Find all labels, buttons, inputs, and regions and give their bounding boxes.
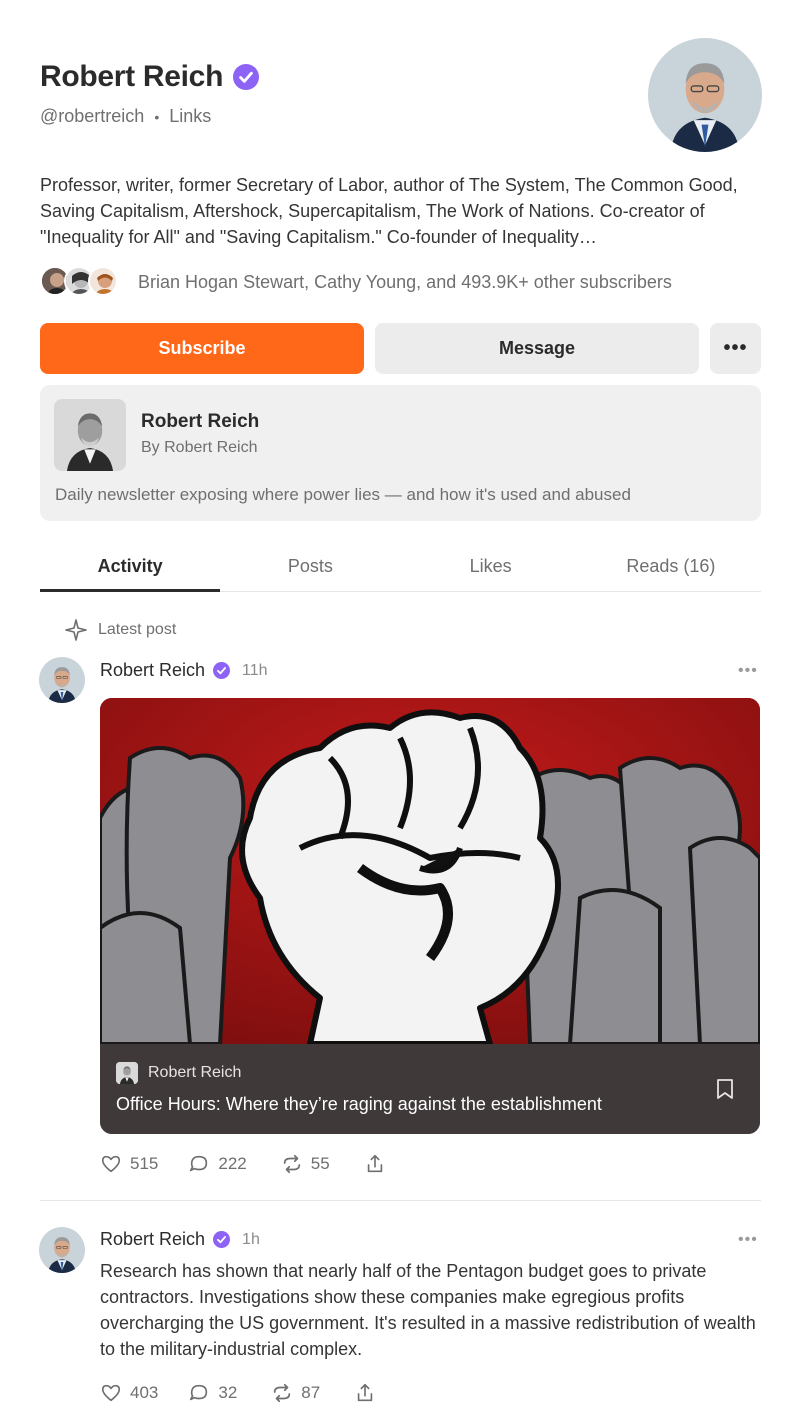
like-button[interactable]: 515 [100, 1153, 158, 1175]
heart-icon [101, 1384, 121, 1402]
restack-button[interactable]: 55 [281, 1153, 330, 1175]
post-author-name[interactable]: Robert Reich [100, 1229, 205, 1250]
comment-button[interactable]: 32 [188, 1382, 237, 1404]
verified-badge-icon [213, 1231, 230, 1248]
subscribers-row[interactable]: Brian Hogan Stewart, Cathy Young, and 49… [40, 266, 672, 298]
post-actions: 403 32 87 [100, 1382, 376, 1404]
post-card-publication-name: Robert Reich [148, 1064, 242, 1081]
post-header: Robert Reich 11h [100, 660, 268, 681]
subscribers-text: Brian Hogan Stewart, Cathy Young, and 49… [138, 271, 672, 292]
latest-post-label-row: Latest post [64, 618, 176, 642]
tab-likes[interactable]: Likes [401, 548, 581, 591]
restack-count: 55 [310, 1154, 330, 1173]
post-actions: 515 222 55 [100, 1153, 386, 1175]
profile-name-row: Robert Reich [40, 60, 259, 94]
restack-button[interactable]: 87 [271, 1382, 320, 1404]
heart-icon [101, 1155, 121, 1173]
post-timestamp[interactable]: 11h [242, 662, 268, 680]
links-link[interactable]: Links [169, 106, 211, 127]
post-more-button[interactable]: ••• [738, 1231, 758, 1249]
more-options-button[interactable]: ••• [710, 323, 761, 374]
verified-badge-icon [213, 662, 230, 679]
comment-count: 32 [218, 1383, 238, 1402]
separator-dot: • [154, 108, 160, 125]
share-button[interactable] [364, 1153, 386, 1175]
comment-icon [190, 1155, 208, 1172]
publication-byline: By Robert Reich [141, 439, 258, 456]
restack-count: 87 [301, 1383, 321, 1402]
post-more-button[interactable]: ••• [738, 662, 758, 680]
publication-logo [54, 399, 126, 471]
sparkle-icon [65, 619, 87, 641]
publication-card[interactable]: Robert Reich By Robert Reich Daily newsl… [40, 385, 761, 521]
like-count: 515 [130, 1154, 159, 1173]
post-timestamp[interactable]: 1h [242, 1231, 260, 1249]
post-cover-image [100, 698, 760, 1047]
subscriber-facepile [40, 266, 120, 298]
share-icon [357, 1383, 373, 1402]
note-text: Research has shown that nearly half of t… [100, 1261, 756, 1359]
message-button[interactable]: Message [375, 323, 699, 374]
tab-posts[interactable]: Posts [220, 548, 400, 591]
like-count: 403 [130, 1383, 159, 1402]
publication-description: Daily newsletter exposing where power li… [55, 485, 631, 504]
post-card-footer: Robert Reich Office Hours: Where they’re… [100, 1044, 760, 1134]
profile-tabs: Activity Posts Likes Reads (16) [40, 548, 761, 592]
post-header: Robert Reich 1h [100, 1229, 260, 1250]
publication-icon [116, 1062, 138, 1084]
comment-icon [190, 1384, 208, 1401]
like-button[interactable]: 403 [100, 1382, 158, 1404]
feed-divider [40, 1200, 761, 1201]
post-author-name[interactable]: Robert Reich [100, 660, 205, 681]
verified-badge-icon [233, 64, 259, 90]
restack-icon [283, 1154, 300, 1174]
subscriber-avatar [88, 266, 118, 296]
post-link-card[interactable]: Robert Reich Office Hours: Where they’re… [100, 698, 760, 1134]
post-author-avatar[interactable] [39, 657, 85, 703]
profile-bio: Professor, writer, former Secretary of L… [40, 175, 738, 247]
comment-count: 222 [218, 1154, 247, 1173]
latest-post-label: Latest post [98, 621, 177, 638]
share-icon [367, 1154, 382, 1173]
handle-row: @robertreich • Links [40, 106, 211, 127]
profile-handle: @robertreich [40, 106, 145, 126]
restack-icon [274, 1383, 291, 1403]
tab-reads[interactable]: Reads (16) [581, 548, 761, 591]
post-card-title[interactable]: Office Hours: Where they’re raging again… [116, 1094, 602, 1115]
post-author-avatar[interactable] [39, 1227, 85, 1273]
share-button[interactable] [354, 1382, 376, 1404]
comment-button[interactable]: 222 [188, 1153, 247, 1175]
subscribe-button[interactable]: Subscribe [40, 323, 364, 374]
profile-avatar[interactable] [648, 38, 762, 152]
bookmark-icon[interactable] [716, 1078, 734, 1100]
tab-activity[interactable]: Activity [40, 548, 221, 592]
post-card-publication: Robert Reich [116, 1062, 241, 1084]
publication-title: Robert Reich [141, 411, 260, 432]
profile-name: Robert Reich [40, 60, 224, 93]
